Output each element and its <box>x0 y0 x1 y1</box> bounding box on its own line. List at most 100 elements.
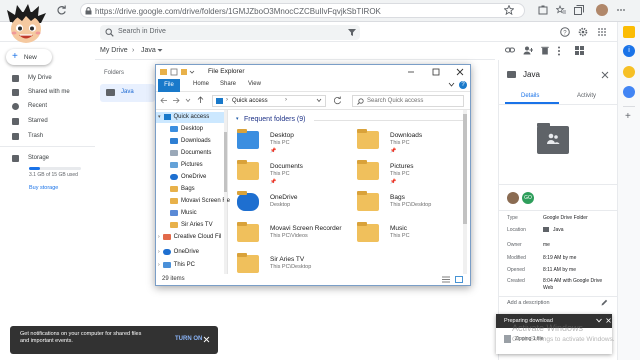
extensions-icon[interactable] <box>538 5 548 15</box>
link-icon[interactable] <box>505 46 515 54</box>
close-icon[interactable] <box>601 71 609 79</box>
grid-view-icon[interactable] <box>575 46 584 55</box>
delete-icon[interactable] <box>541 46 549 55</box>
search-input[interactable]: Search in Drive <box>100 25 360 40</box>
sidebar-item-trash[interactable]: Trash <box>12 130 43 142</box>
favorites-icon[interactable] <box>556 5 566 15</box>
keep-icon[interactable] <box>623 66 635 78</box>
tree-item-documents[interactable]: Documents <box>170 150 211 156</box>
tab-view[interactable]: View <box>248 81 261 87</box>
tab-file[interactable]: File <box>158 79 180 92</box>
turn-on-button[interactable]: TURN ON <box>175 336 202 342</box>
sidebar-item-starred[interactable]: Starred <box>12 115 48 127</box>
tree-item-onedrive-root[interactable]: › OneDrive <box>158 249 199 255</box>
star-icon[interactable] <box>504 5 514 15</box>
pin-icon: 📌 <box>270 179 277 185</box>
section-title[interactable]: Frequent folders (9) <box>244 116 305 123</box>
sidebar-item-shared[interactable]: Shared with me <box>12 86 70 98</box>
separator-chevron-icon: › <box>226 97 228 103</box>
sidebar-item-storage[interactable]: Storage <box>12 152 49 164</box>
owner-avatar[interactable] <box>507 192 519 204</box>
folder-icon <box>237 253 259 273</box>
star-icon <box>12 117 19 125</box>
folder-tile-downloads[interactable]: Downloads This PC 📌 <box>354 129 464 157</box>
folder-tile-bags[interactable]: Bags This PC\Desktop <box>354 191 464 219</box>
tree-label: OneDrive <box>181 174 207 180</box>
new-button[interactable]: + New <box>6 49 52 65</box>
tree-item-sir-aries-tv[interactable]: Sir Aries TV <box>170 222 213 228</box>
divider <box>314 120 464 121</box>
buy-storage-link[interactable]: Buy storage <box>29 185 58 191</box>
details-view-icon[interactable] <box>442 276 450 283</box>
share-person-icon[interactable] <box>523 46 533 55</box>
tab-details[interactable]: Details <box>521 93 539 99</box>
folder-tile-pictures[interactable]: Pictures This PC 📌 <box>354 160 464 188</box>
tree-label: Music <box>181 210 197 216</box>
more-vert-icon[interactable] <box>557 46 561 56</box>
close-icon[interactable] <box>203 336 210 343</box>
tree-item-desktop[interactable]: Desktop <box>170 126 203 132</box>
more-icon[interactable] <box>616 5 626 15</box>
info-icon[interactable]: i <box>623 45 635 57</box>
tree-item-creative-cloud[interactable]: › Creative Cloud Fil <box>158 234 221 240</box>
minimize-icon[interactable] <box>407 68 415 76</box>
address-dropdown-icon[interactable] <box>316 98 322 103</box>
help-icon[interactable]: ? <box>560 27 570 37</box>
tree-item-onedrive[interactable]: OneDrive <box>170 174 206 180</box>
tab-activity[interactable]: Activity <box>577 93 596 99</box>
settings-icon[interactable] <box>578 27 588 37</box>
calendar-icon[interactable] <box>623 26 635 38</box>
folder-icon <box>237 222 259 242</box>
nav-scrollbar[interactable] <box>224 110 227 274</box>
maximize-icon[interactable] <box>432 68 440 76</box>
folder-tile-sir-aries-tv[interactable]: Sir Aries TV This PC\Desktop <box>234 253 344 273</box>
sidebar-item-recent[interactable]: Recent <box>12 100 47 112</box>
tree-item-this-pc[interactable]: › This PC <box>158 262 195 268</box>
profile-avatar[interactable] <box>596 4 608 16</box>
tree-item-pictures[interactable]: Pictures <box>170 162 203 168</box>
shared-user-avatar[interactable]: GO <box>522 192 534 204</box>
expand-ribbon-icon[interactable] <box>448 82 455 88</box>
folder-tile-onedrive[interactable]: OneDrive Desktop <box>234 191 344 219</box>
back-arrow-icon[interactable] <box>160 97 168 104</box>
tree-item-music[interactable]: Music <box>170 210 197 216</box>
breadcrumb-java[interactable]: Java <box>141 47 156 54</box>
reload-icon[interactable] <box>56 5 67 16</box>
folder-tile-music[interactable]: Music This PC <box>354 222 464 250</box>
tiles-view-icon[interactable] <box>455 276 463 283</box>
tree-item-downloads[interactable]: Downloads <box>170 138 211 144</box>
tree-item-bags[interactable]: Bags <box>170 186 195 192</box>
refresh-icon[interactable] <box>333 96 342 105</box>
apps-grid-icon[interactable] <box>597 27 607 37</box>
recent-locations-icon[interactable] <box>185 98 191 103</box>
tab-share[interactable]: Share <box>220 81 236 87</box>
address-box[interactable]: › Quick access › <box>212 95 326 107</box>
tab-home[interactable]: Home <box>193 81 209 87</box>
folder-tile-documents[interactable]: Documents This PC 📌 <box>234 160 344 188</box>
up-arrow-icon[interactable] <box>197 96 204 104</box>
cloud-folder-icon <box>237 191 259 211</box>
section-collapse-icon[interactable]: ▾ <box>236 116 239 122</box>
folder-tile-movavi[interactable]: Movavi Screen Recorder This PC\Videos <box>234 222 344 250</box>
tree-item-movavi[interactable]: Movavi Screen Re <box>170 198 230 204</box>
help-icon[interactable]: ? <box>459 81 467 89</box>
forward-arrow-icon[interactable] <box>172 97 180 104</box>
close-icon[interactable] <box>456 68 464 76</box>
detail-value[interactable]: Java <box>553 227 564 233</box>
tasks-icon[interactable] <box>623 86 635 98</box>
search-options-icon[interactable] <box>348 28 356 37</box>
tree-item-quick-access[interactable]: ▾ Quick access <box>158 114 209 120</box>
folder-tile-desktop[interactable]: Desktop This PC 📌 <box>234 129 344 157</box>
chevron-down-icon[interactable] <box>157 48 163 53</box>
quick-access-toolbar <box>160 68 196 76</box>
collections-icon[interactable] <box>574 5 584 15</box>
content-scrollbar[interactable] <box>463 110 467 274</box>
quick-access-search[interactable]: Search Quick access <box>352 95 464 107</box>
address-bar[interactable]: https://drive.google.com/drive/folders/1… <box>80 3 525 18</box>
breadcrumb-my-drive[interactable]: My Drive <box>100 47 128 54</box>
edit-pencil-icon[interactable] <box>601 299 608 306</box>
sidebar-item-my-drive[interactable]: My Drive <box>12 72 52 84</box>
folder-card-java[interactable]: Java <box>100 84 155 102</box>
get-addons-icon[interactable]: + <box>625 112 631 122</box>
add-description-label[interactable]: Add a description <box>507 300 550 306</box>
